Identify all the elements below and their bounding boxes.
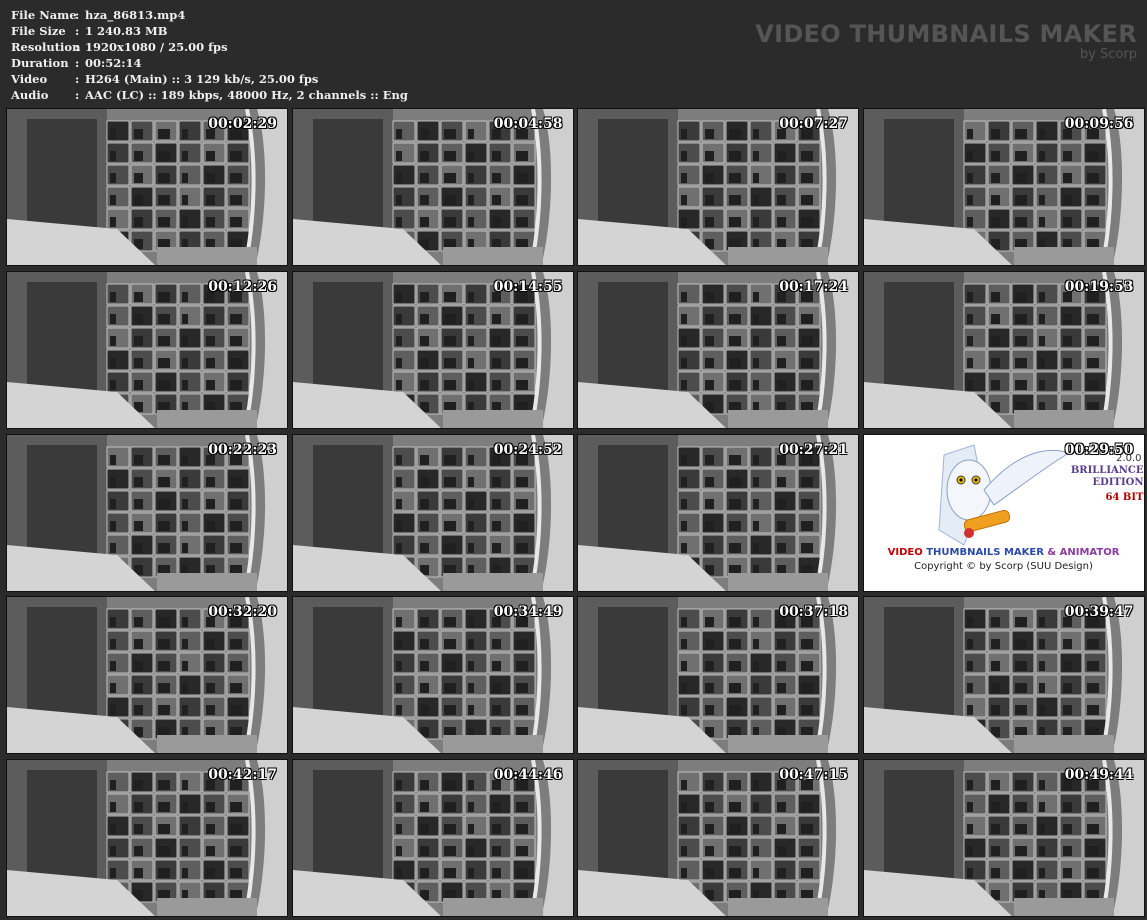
logo-edition-line1: BRILLIANCE xyxy=(1070,464,1144,476)
info-row-resolution: Resolution : 1920x1080 / 25.00 fps xyxy=(11,39,408,55)
info-label: File Size xyxy=(11,24,66,38)
thumbnail-timestamp: 00:37:18 xyxy=(779,604,848,621)
info-separator: : xyxy=(75,8,80,22)
thumbnail-timestamp: 00:12:26 xyxy=(208,278,277,295)
info-label: Resolution xyxy=(11,40,81,54)
brand-title: VIDEO THUMBNAILS MAKER xyxy=(755,20,1137,48)
info-separator: : xyxy=(75,72,80,86)
thumbnail-timestamp: 00:09:56 xyxy=(1064,116,1134,132)
logo-title: VIDEO THUMBNAILS MAKER & ANIMATOR xyxy=(864,547,1144,558)
info-row-audio: Audio : AAC (LC) :: 189 kbps, 48000 Hz, … xyxy=(11,87,408,103)
video-thumbnail[interactable]: 00:24:52 xyxy=(291,433,574,592)
video-thumbnail[interactable]: 00:17:24 xyxy=(577,270,859,429)
info-separator: : xyxy=(75,56,80,70)
info-label: Duration xyxy=(11,56,69,70)
video-thumbnail[interactable]: 00:09:56 xyxy=(862,108,1145,266)
video-thumbnail[interactable]: 00:37:18 xyxy=(577,596,859,755)
info-value: 1920x1080 / 25.00 fps xyxy=(85,40,228,54)
video-thumbnail[interactable]: 00:34:49 xyxy=(291,596,574,755)
info-label: Audio xyxy=(11,88,49,102)
info-row-file-name: File Name : hza_86813.mp4 xyxy=(11,7,408,23)
logo-edition-line3: 64 BIT xyxy=(1105,491,1144,503)
info-label: Video xyxy=(11,72,48,86)
info-header: File Name : hza_86813.mp4 File Size : 1 … xyxy=(0,0,1147,110)
logo-title-part2: THUMBNAILS MAKER xyxy=(926,546,1044,558)
thumbnail-timestamp: 00:44:46 xyxy=(493,767,563,784)
info-value: hza_86813.mp4 xyxy=(85,8,186,22)
file-info-panel: File Name : hza_86813.mp4 File Size : 1 … xyxy=(11,7,408,103)
logo-edition-line2: EDITION xyxy=(1092,476,1144,488)
logo-copyright: Copyright © by Scorp (SUU Design) xyxy=(914,560,1093,572)
thumbnail-timestamp: 00:14:55 xyxy=(493,278,563,295)
video-thumbnail[interactable]: 00:49:44 xyxy=(862,759,1145,918)
video-thumbnail[interactable]: 00:39:47 xyxy=(862,596,1145,755)
info-row-file-size: File Size : 1 240.83 MB xyxy=(11,23,408,39)
video-thumbnail[interactable]: 2.0.0 BRILLIANCE EDITION 64 BIT VIDEO TH… xyxy=(862,433,1145,592)
video-thumbnail[interactable]: 00:32:20 xyxy=(6,596,288,755)
thumbnail-timestamp: 00:42:17 xyxy=(208,767,277,784)
thumbnail-timestamp: 00:27:21 xyxy=(779,441,848,458)
thumbnail-timestamp: 00:24:52 xyxy=(493,441,563,458)
video-thumbnail[interactable]: 00:47:15 xyxy=(577,759,859,918)
info-separator: : xyxy=(75,88,80,102)
video-thumbnail[interactable]: 00:22:23 xyxy=(6,433,288,592)
thumbnail-timestamp: 00:02:29 xyxy=(208,116,277,132)
info-separator: : xyxy=(75,40,80,54)
info-value: AAC (LC) :: 189 kbps, 48000 Hz, 2 channe… xyxy=(85,88,408,102)
thumbnail-timestamp: 00:29:50 xyxy=(1064,441,1134,458)
thumbnail-timestamp: 00:47:15 xyxy=(779,767,848,784)
thumbnail-timestamp: 00:49:44 xyxy=(1064,767,1134,784)
thumbnail-timestamp: 00:34:49 xyxy=(493,604,563,621)
info-separator: : xyxy=(75,24,80,38)
video-thumbnail[interactable]: 00:19:53 xyxy=(862,270,1145,429)
info-row-video: Video : H264 (Main) :: 3 129 kb/s, 25.00… xyxy=(11,71,408,87)
thumbnail-timestamp: 00:07:27 xyxy=(779,116,848,132)
info-value: 1 240.83 MB xyxy=(85,24,168,38)
brand-subtitle: by Scorp xyxy=(1079,47,1137,62)
logo-title-part1: VIDEO xyxy=(887,546,923,558)
thumbnail-timestamp: 00:32:20 xyxy=(208,604,277,621)
video-thumbnail[interactable]: 00:07:27 xyxy=(577,108,859,266)
video-thumbnail[interactable]: 00:02:29 xyxy=(6,108,288,266)
video-thumbnail[interactable]: 00:04:58 xyxy=(291,108,574,266)
info-value: 00:52:14 xyxy=(85,56,142,70)
thumbnail-timestamp: 00:04:58 xyxy=(493,116,563,132)
video-thumbnail[interactable]: 00:12:26 xyxy=(6,270,288,429)
thumbnail-timestamp: 00:19:53 xyxy=(1064,278,1134,295)
video-thumbnail[interactable]: 00:44:46 xyxy=(291,759,574,918)
logo-title-part3: & ANIMATOR xyxy=(1047,546,1120,558)
info-value: H264 (Main) :: 3 129 kb/s, 25.00 fps xyxy=(85,72,319,86)
thumbnail-timestamp: 00:17:24 xyxy=(779,278,848,295)
thumbnail-grid: 00:02:29 00:04:58 00:07:27 00:09:56 00:1… xyxy=(6,108,1145,918)
info-row-duration: Duration : 00:52:14 xyxy=(11,55,408,71)
video-thumbnail[interactable]: 00:14:55 xyxy=(291,270,574,429)
info-label: File Name xyxy=(11,8,77,22)
thumbnail-timestamp: 00:39:47 xyxy=(1064,604,1134,621)
video-thumbnail[interactable]: 00:42:17 xyxy=(6,759,288,918)
video-thumbnail[interactable]: 00:27:21 xyxy=(577,433,859,592)
thumbnail-timestamp: 00:22:23 xyxy=(208,441,277,458)
brand-watermark: VIDEO THUMBNAILS MAKER by Scorp xyxy=(755,20,1137,62)
